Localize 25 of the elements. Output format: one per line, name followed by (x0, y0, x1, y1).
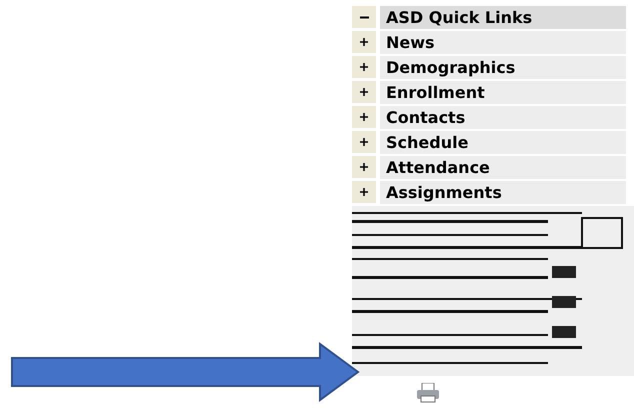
expand-toggle[interactable] (352, 31, 376, 53)
plus-icon[interactable] (360, 163, 368, 171)
plus-icon[interactable] (360, 63, 368, 71)
plus-icon[interactable] (360, 38, 368, 46)
plus-icon[interactable] (360, 188, 368, 196)
plus-icon[interactable] (360, 138, 368, 146)
menu-item[interactable]: Assignments (380, 181, 626, 204)
minus-icon[interactable] (360, 16, 368, 18)
arrow-icon (10, 342, 360, 402)
menu-item[interactable]: Demographics (380, 56, 626, 79)
expand-toggle[interactable] (352, 131, 376, 153)
menu-item[interactable]: News (380, 31, 626, 54)
expand-toggle[interactable] (352, 181, 376, 203)
expand-toggle[interactable] (352, 81, 376, 103)
menu-item[interactable]: Attendance (380, 156, 626, 179)
expand-toggle[interactable] (352, 106, 376, 128)
expand-toggle[interactable] (352, 156, 376, 178)
plus-icon[interactable] (360, 113, 368, 121)
menu-item[interactable]: Enrollment (380, 81, 626, 104)
expand-toggle[interactable] (352, 6, 376, 28)
printer-icon[interactable] (416, 383, 440, 403)
menu-item[interactable]: Schedule (380, 131, 626, 154)
menu-item[interactable]: Contacts (380, 106, 626, 129)
expand-toggle[interactable] (352, 56, 376, 78)
plus-icon[interactable] (360, 88, 368, 96)
